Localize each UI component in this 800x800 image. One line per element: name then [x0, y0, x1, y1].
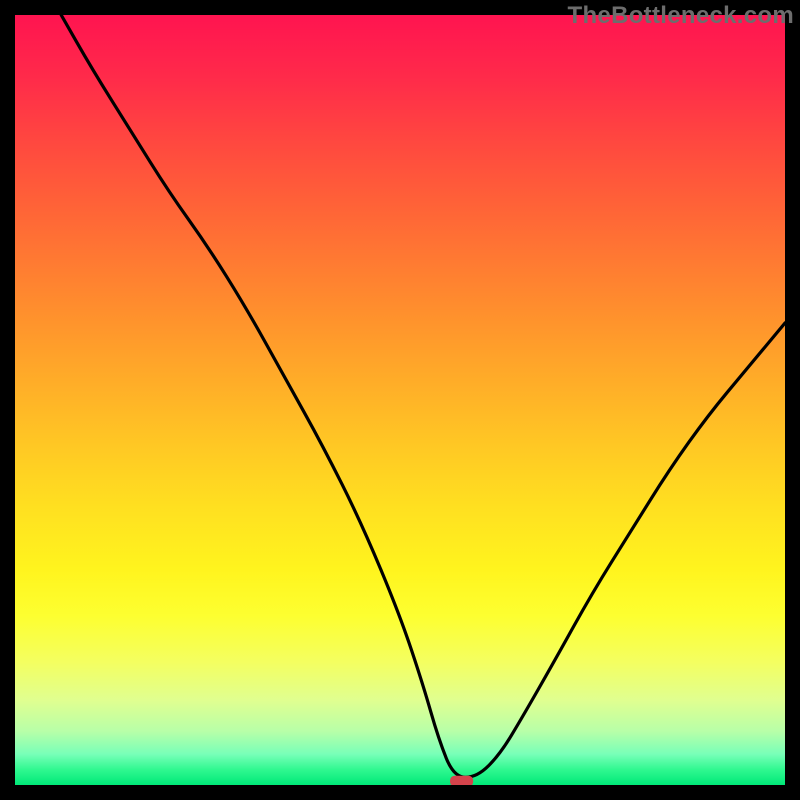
chart-frame: TheBottleneck.com	[0, 0, 800, 800]
curve-layer	[15, 15, 785, 785]
watermark-text: TheBottleneck.com	[568, 2, 794, 30]
minimum-marker	[450, 776, 473, 785]
bottleneck-curve	[61, 15, 785, 777]
